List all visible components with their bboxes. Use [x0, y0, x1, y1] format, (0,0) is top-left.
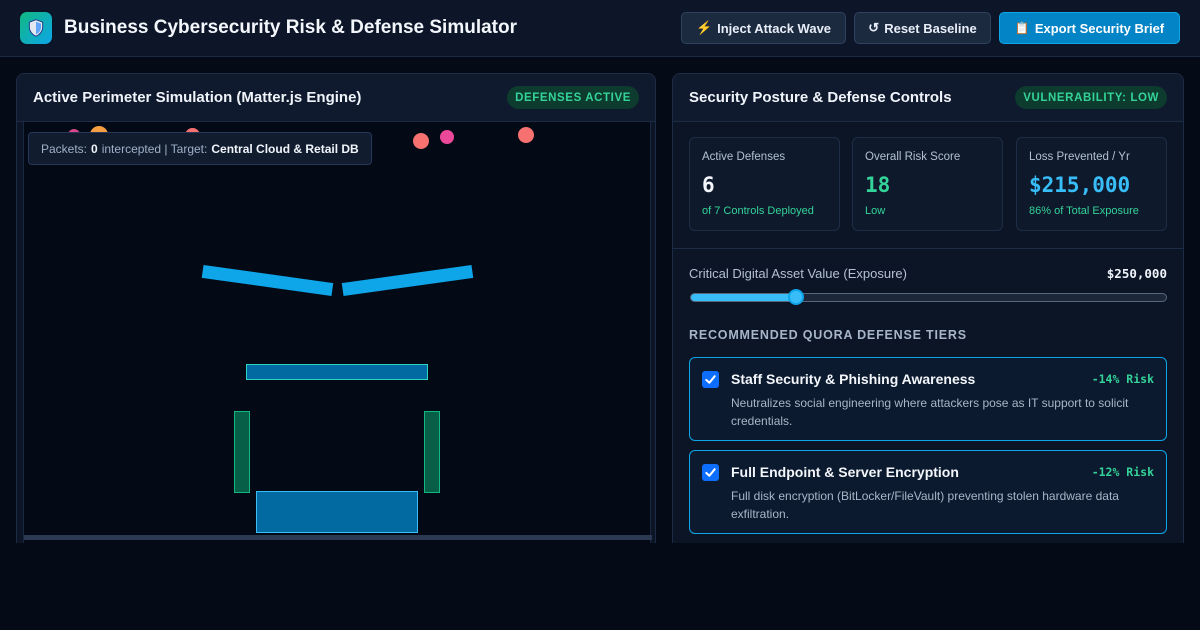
- clipboard-icon: 📋: [1014, 21, 1030, 35]
- tier-description: Full disk encryption (BitLocker/FileVaul…: [731, 489, 1119, 521]
- defenses-status-badge: DEFENSES ACTIVE: [507, 86, 639, 109]
- reset-baseline-label: Reset Baseline: [884, 20, 977, 36]
- loss-prevented-card: Loss Prevented / Yr $215,000 86% of Tota…: [1016, 137, 1167, 231]
- active-defenses-value: 6: [702, 173, 715, 197]
- firewall-deflector-left: [201, 264, 334, 297]
- tier-risk-reduction: -14% Risk: [1091, 372, 1154, 386]
- tier-checkbox[interactable]: [702, 464, 719, 481]
- gateway-shield: [246, 364, 428, 380]
- tier-description: Neutralizes social engineering where att…: [731, 396, 1129, 428]
- target-name: Central Cloud & Retail DB: [211, 141, 359, 156]
- tier-risk-reduction: -12% Risk: [1091, 465, 1154, 479]
- controls-panel-header: Security Posture & Defense Controls VULN…: [673, 74, 1183, 122]
- ground-boundary: [24, 535, 652, 540]
- shield-icon: [20, 12, 52, 44]
- lightning-icon: ⚡: [695, 20, 713, 35]
- checkmark-icon: [705, 468, 716, 477]
- loss-prevented-label: Loss Prevented / Yr: [1029, 151, 1130, 163]
- tier-name: Full Endpoint & Server Encryption: [731, 464, 959, 480]
- packet-counter: Packets: 0 intercepted | Target: Central…: [28, 132, 372, 165]
- defense-tiers-heading: RECOMMENDED QUORA DEFENSE TIERS: [689, 328, 967, 342]
- attack-packet: [518, 127, 534, 143]
- simulation-canvas[interactable]: Packets: 0 intercepted | Target: Central…: [23, 122, 652, 543]
- section-divider: [673, 248, 1183, 249]
- simulation-panel: Active Perimeter Simulation (Matter.js E…: [16, 73, 656, 543]
- tier-checkbox[interactable]: [702, 371, 719, 388]
- export-security-brief-button[interactable]: 📋 Export Security Brief: [999, 12, 1180, 44]
- asset-value-label: Critical Digital Asset Value (Exposure): [689, 266, 907, 281]
- side-wall-right: [424, 411, 440, 493]
- risk-score-card: Overall Risk Score 18 Low: [852, 137, 1003, 231]
- defense-tier-card[interactable]: Staff Security & Phishing Awareness -14%…: [689, 357, 1167, 441]
- slider-thumb[interactable]: [787, 289, 804, 305]
- risk-score-sub: Low: [865, 205, 886, 217]
- asset-value-readout: $250,000: [1106, 266, 1167, 281]
- central-cloud-db: [256, 491, 418, 533]
- slider-fill: [691, 294, 796, 301]
- inject-attack-wave-label: Inject Attack Wave: [717, 20, 832, 36]
- active-defenses-card: Active Defenses 6 of 7 Controls Deployed: [689, 137, 840, 231]
- attack-packet: [440, 130, 454, 144]
- risk-score-label: Overall Risk Score: [865, 151, 961, 163]
- asset-value-slider[interactable]: [690, 289, 1167, 305]
- vulnerability-badge: VULNERABILITY: LOW: [1015, 86, 1167, 109]
- packets-prefix: Packets:: [41, 141, 88, 156]
- reset-baseline-button[interactable]: ↺ Reset Baseline: [854, 12, 991, 44]
- intercepted-suffix: intercepted | Target:: [101, 141, 208, 156]
- checkmark-icon: [705, 375, 716, 384]
- attack-packet: [413, 133, 429, 149]
- loss-prevented-sub: 86% of Total Exposure: [1029, 205, 1139, 217]
- tier-name: Staff Security & Phishing Awareness: [731, 371, 976, 387]
- inject-attack-wave-button[interactable]: ⚡ Inject Attack Wave: [681, 12, 846, 44]
- loss-prevented-value: $215,000: [1029, 173, 1131, 197]
- export-security-brief-label: Export Security Brief: [1034, 20, 1165, 36]
- active-defenses-sub: of 7 Controls Deployed: [702, 205, 814, 217]
- controls-title: Security Posture & Defense Controls: [689, 89, 952, 106]
- reset-icon: ↺: [868, 20, 880, 35]
- side-wall-left: [234, 411, 250, 493]
- defense-tier-card[interactable]: Full Endpoint & Server Encryption -12% R…: [689, 450, 1167, 534]
- simulation-title: Active Perimeter Simulation (Matter.js E…: [33, 89, 362, 106]
- risk-score-value: 18: [865, 173, 891, 197]
- simulation-panel-header: Active Perimeter Simulation (Matter.js E…: [17, 74, 655, 122]
- top-bar: Business Cybersecurity Risk & Defense Si…: [0, 0, 1200, 57]
- firewall-deflector-right: [341, 264, 474, 297]
- app-title: Business Cybersecurity Risk & Defense Si…: [64, 17, 518, 38]
- intercepted-count: 0: [91, 141, 98, 156]
- active-defenses-label: Active Defenses: [702, 151, 786, 163]
- controls-panel: Security Posture & Defense Controls VULN…: [672, 73, 1184, 543]
- stats-row: Active Defenses 6 of 7 Controls Deployed…: [689, 137, 1167, 232]
